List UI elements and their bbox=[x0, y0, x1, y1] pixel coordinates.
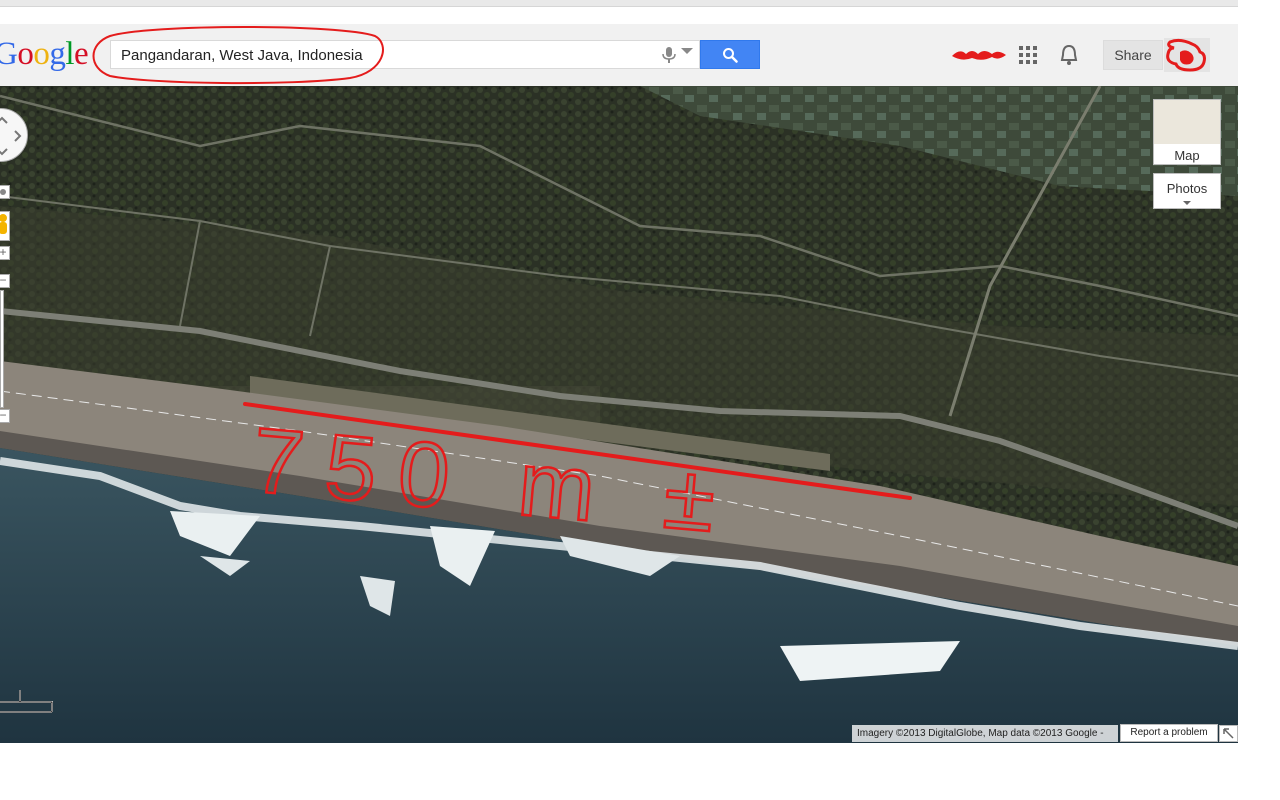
logo-letter: G bbox=[0, 36, 18, 72]
logo-letter: l bbox=[65, 36, 75, 72]
zoom-slider-track[interactable] bbox=[0, 290, 4, 408]
pan-arrows-icon bbox=[0, 116, 22, 156]
avatar[interactable] bbox=[1164, 38, 1210, 72]
photos-button[interactable]: Photos bbox=[1153, 173, 1221, 209]
search-box bbox=[110, 40, 700, 69]
map-thumbnail bbox=[1154, 100, 1220, 144]
expand-icon[interactable] bbox=[1219, 725, 1238, 742]
browser-top-strip bbox=[0, 0, 1238, 7]
map-attribution: Imagery ©2013 DigitalGlobe, Map data ©20… bbox=[852, 725, 1118, 742]
logo-letter: o bbox=[17, 36, 34, 72]
search-input[interactable] bbox=[119, 44, 643, 67]
scale-bar bbox=[0, 690, 53, 713]
search-icon bbox=[723, 48, 738, 63]
chevron-down-icon[interactable] bbox=[681, 48, 693, 54]
scribbled-avatar bbox=[1166, 38, 1206, 72]
logo-letter: g bbox=[49, 36, 66, 72]
map-type-label: Map bbox=[1174, 148, 1200, 163]
logo-letter: o bbox=[33, 36, 50, 72]
google-logo[interactable]: Google bbox=[0, 36, 89, 73]
microphone-icon[interactable] bbox=[659, 46, 679, 64]
zoom-out-button[interactable]: − bbox=[0, 409, 10, 423]
apps-grid-icon[interactable] bbox=[1019, 46, 1037, 64]
chevron-down-icon bbox=[1183, 201, 1191, 205]
share-button[interactable]: Share bbox=[1103, 40, 1163, 70]
zoom-out-small-button[interactable]: − bbox=[0, 274, 10, 288]
satellite-map[interactable]: 750 m ± bbox=[0, 86, 1238, 743]
satellite-imagery: 750 m ± bbox=[0, 86, 1238, 743]
zoom-in-button[interactable]: + bbox=[0, 246, 10, 260]
logo-letter: e bbox=[74, 36, 89, 72]
report-problem-link[interactable]: Report a problem bbox=[1120, 724, 1218, 742]
bell-icon[interactable] bbox=[1059, 44, 1079, 66]
map-type-toggle[interactable]: Map bbox=[1153, 99, 1221, 165]
pan-control[interactable] bbox=[0, 108, 28, 162]
search-button[interactable] bbox=[700, 40, 760, 69]
pegman-icon[interactable] bbox=[0, 211, 10, 241]
photos-label: Photos bbox=[1166, 181, 1208, 196]
my-location-control[interactable] bbox=[0, 185, 10, 199]
